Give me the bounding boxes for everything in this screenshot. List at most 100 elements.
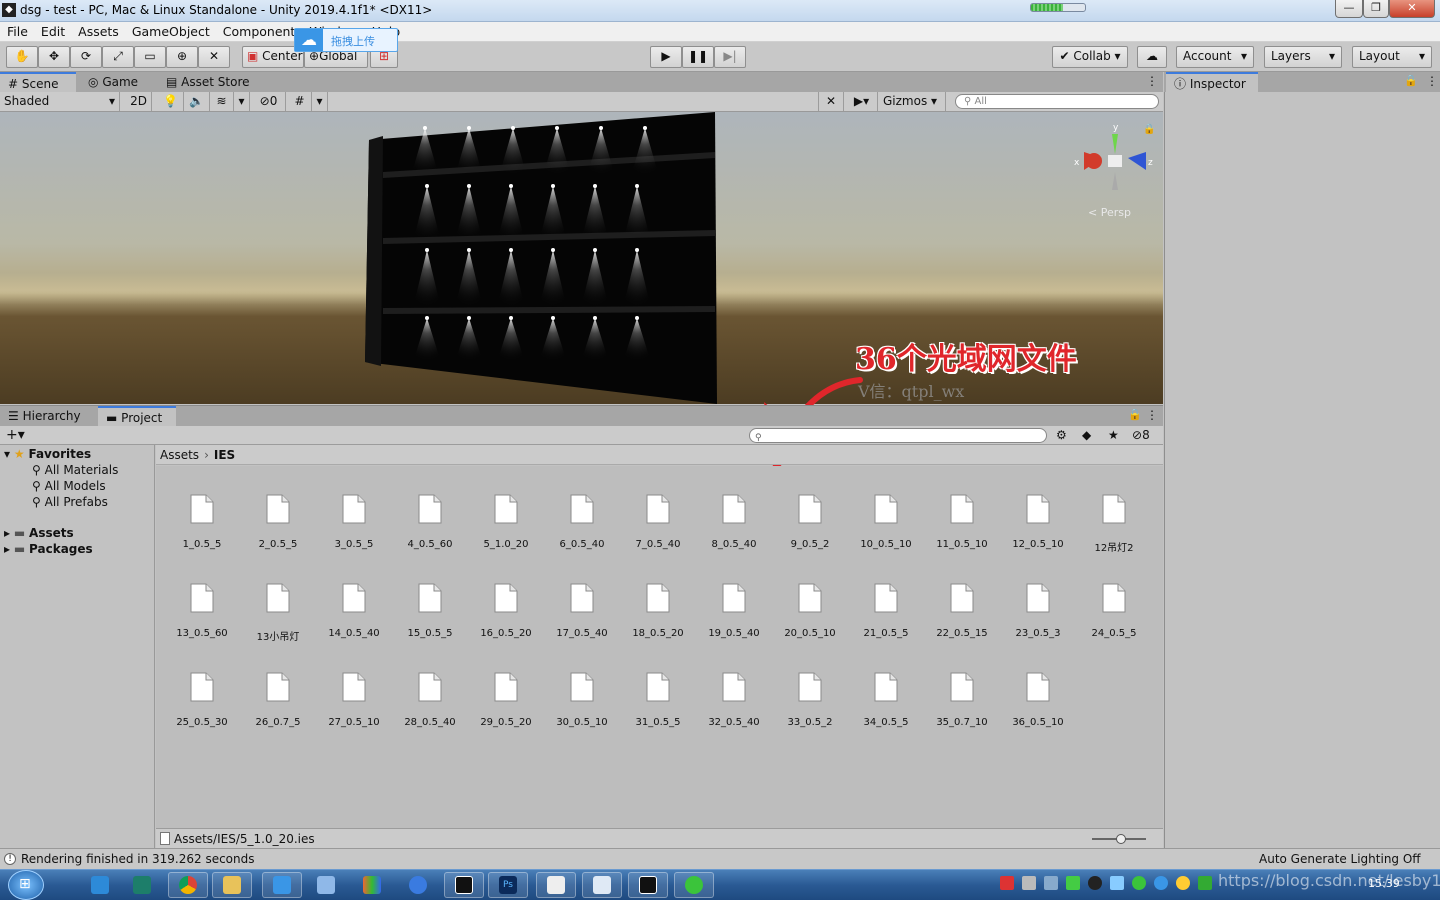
layers-dropdown[interactable]: Layers ▾ xyxy=(1264,46,1342,68)
effects-dropdown[interactable]: ▾ xyxy=(234,92,250,111)
taskbar-explorer[interactable] xyxy=(212,872,252,898)
system-tray[interactable] xyxy=(1000,876,1220,894)
keyboard-icon[interactable] xyxy=(1022,876,1036,890)
asset-item[interactable]: 9_0.5_2 xyxy=(772,466,848,550)
taskbar-baidu[interactable] xyxy=(262,872,302,898)
menu-file[interactable]: File xyxy=(7,22,28,42)
asset-item[interactable]: 15_0.5_5 xyxy=(392,555,468,639)
scene-search-input[interactable]: ⚲ All xyxy=(955,94,1159,109)
tree-assets[interactable]: ▸ ▬ Assets xyxy=(4,525,74,541)
rect-tool-button[interactable]: ▭ xyxy=(134,46,166,68)
clock[interactable]: 15:39 xyxy=(1368,877,1400,890)
create-dropdown[interactable]: +▾ xyxy=(6,427,25,443)
lock-icon[interactable]: 🔒 xyxy=(1128,408,1142,421)
menu-component[interactable]: Component xyxy=(223,22,296,42)
battery-icon[interactable] xyxy=(1066,876,1080,890)
baidu-cloud-icon[interactable] xyxy=(1154,876,1168,890)
asset-item[interactable]: 18_0.5_20 xyxy=(620,555,696,639)
asset-item[interactable]: 29_0.5_20 xyxy=(468,644,544,728)
menu-assets[interactable]: Assets xyxy=(78,22,119,42)
tab-scene[interactable]: # Scene xyxy=(0,72,76,92)
taskbar-notepad[interactable] xyxy=(582,872,622,898)
asset-item[interactable]: 8_0.5_40 xyxy=(696,466,772,550)
minimize-button[interactable]: — xyxy=(1335,0,1363,18)
gizmos-dropdown[interactable]: Gizmos ▾ xyxy=(880,92,946,111)
asset-item[interactable]: 27_0.5_10 xyxy=(316,644,392,728)
tray-icon[interactable] xyxy=(1110,876,1124,890)
asset-item[interactable]: 12_0.5_10 xyxy=(1000,466,1076,550)
asset-item[interactable]: 36_0.5_10 xyxy=(1000,644,1076,728)
taskbar-unity2[interactable] xyxy=(628,872,668,898)
taskbar-wechat[interactable] xyxy=(674,872,714,898)
pause-button[interactable]: ❚❚ xyxy=(682,46,714,68)
asset-item[interactable]: 24_0.5_5 xyxy=(1076,555,1152,639)
tray-icon[interactable] xyxy=(1176,876,1190,890)
audio-toggle[interactable]: 🔈 xyxy=(184,92,210,111)
lighting-toggle[interactable]: 💡 xyxy=(158,92,184,111)
status-message[interactable]: Rendering finished in 319.262 seconds xyxy=(21,852,255,866)
asset-item[interactable]: 4_0.5_60 xyxy=(392,466,468,550)
asset-item[interactable]: 19_0.5_40 xyxy=(696,555,772,639)
play-button[interactable]: ▶ xyxy=(650,46,682,68)
filter-label-button[interactable]: ◆ xyxy=(1082,428,1091,442)
taskbar-app3[interactable] xyxy=(352,872,392,898)
asset-item[interactable]: 1_0.5_5 xyxy=(164,466,240,550)
tab-asset-store[interactable]: ▤ Asset Store xyxy=(158,72,258,92)
breadcrumb-assets[interactable]: Assets xyxy=(160,448,199,462)
layout-dropdown[interactable]: Layout ▾ xyxy=(1352,46,1432,68)
qq-icon[interactable] xyxy=(1088,876,1102,890)
tree-favorites[interactable]: ▾ ★ Favorites xyxy=(4,446,91,462)
shading-dropdown[interactable]: Shaded ▾ xyxy=(0,92,120,111)
tab-project[interactable]: ▬ Project xyxy=(98,406,176,426)
taskbar-app4[interactable] xyxy=(398,872,438,898)
asset-item[interactable]: 20_0.5_10 xyxy=(772,555,848,639)
hidden-packages-toggle[interactable]: ⊘8 xyxy=(1132,428,1150,442)
grid-dropdown[interactable]: ▾ xyxy=(312,92,328,111)
step-button[interactable]: ▶| xyxy=(714,46,746,68)
lighting-status[interactable]: Auto Generate Lighting Off xyxy=(1259,852,1421,866)
close-button[interactable]: ✕ xyxy=(1389,0,1435,18)
tree-packages[interactable]: ▸ ▬ Packages xyxy=(4,541,93,557)
asset-item[interactable]: 5_1.0_20 xyxy=(468,466,544,550)
menu-gameobject[interactable]: GameObject xyxy=(132,22,210,42)
account-dropdown[interactable]: Account ▾ xyxy=(1176,46,1254,68)
asset-item[interactable]: 22_0.5_15 xyxy=(924,555,1000,639)
breadcrumb-ies[interactable]: IES xyxy=(214,448,235,462)
asset-item[interactable]: 10_0.5_10 xyxy=(848,466,924,550)
asset-item[interactable]: 14_0.5_40 xyxy=(316,555,392,639)
asset-item[interactable]: 28_0.5_40 xyxy=(392,644,468,728)
taskbar-chrome[interactable] xyxy=(168,872,208,898)
hidden-objects-toggle[interactable]: ⊘0 xyxy=(252,92,286,111)
taskbar-unity[interactable] xyxy=(444,872,484,898)
asset-item[interactable]: 7_0.5_40 xyxy=(620,466,696,550)
asset-item[interactable]: 16_0.5_20 xyxy=(468,555,544,639)
lock-icon[interactable]: 🔒 xyxy=(1404,74,1418,87)
collab-dropdown[interactable]: ✔ Collab ▾ xyxy=(1052,46,1128,68)
tree-all-prefabs[interactable]: ⚲ All Prefabs xyxy=(32,494,108,510)
taskbar-app2[interactable] xyxy=(306,872,346,898)
asset-item[interactable]: 11_0.5_10 xyxy=(924,466,1000,550)
asset-item[interactable]: 23_0.5_3 xyxy=(1000,555,1076,639)
asset-item[interactable]: 30_0.5_10 xyxy=(544,644,620,728)
upload-overlay[interactable]: ☁ 拖拽上传 xyxy=(294,28,398,52)
cloud-button[interactable]: ☁ xyxy=(1137,46,1167,68)
asset-item[interactable]: 31_0.5_5 xyxy=(620,644,696,728)
tab-menu-icon[interactable]: ⋮ xyxy=(1146,74,1158,88)
lock-icon[interactable]: 🔒 xyxy=(1143,123,1155,135)
taskbar-ie[interactable] xyxy=(80,872,120,898)
tab-menu-icon[interactable]: ⋮ xyxy=(1426,74,1438,88)
taskbar-app[interactable] xyxy=(122,872,162,898)
maximize-button[interactable]: ❐ xyxy=(1363,0,1389,18)
project-search-input[interactable]: ⚲ xyxy=(749,428,1047,443)
asset-item[interactable]: 26_0.7_5 xyxy=(240,644,316,728)
menu-edit[interactable]: Edit xyxy=(41,22,65,42)
tab-inspector[interactable]: ⓘ Inspector xyxy=(1166,72,1258,92)
icon-size-slider-thumb[interactable] xyxy=(1116,834,1126,844)
taskbar-photoshop[interactable]: Ps xyxy=(488,872,528,898)
projection-label[interactable]: < Persp xyxy=(1088,206,1131,219)
start-button[interactable]: ⊞ xyxy=(8,870,44,900)
asset-item[interactable]: 3_0.5_5 xyxy=(316,466,392,550)
asset-item[interactable]: 13小吊灯 xyxy=(240,555,316,643)
tree-all-materials[interactable]: ⚲ All Materials xyxy=(32,462,118,478)
asset-item[interactable]: 25_0.5_30 xyxy=(164,644,240,728)
